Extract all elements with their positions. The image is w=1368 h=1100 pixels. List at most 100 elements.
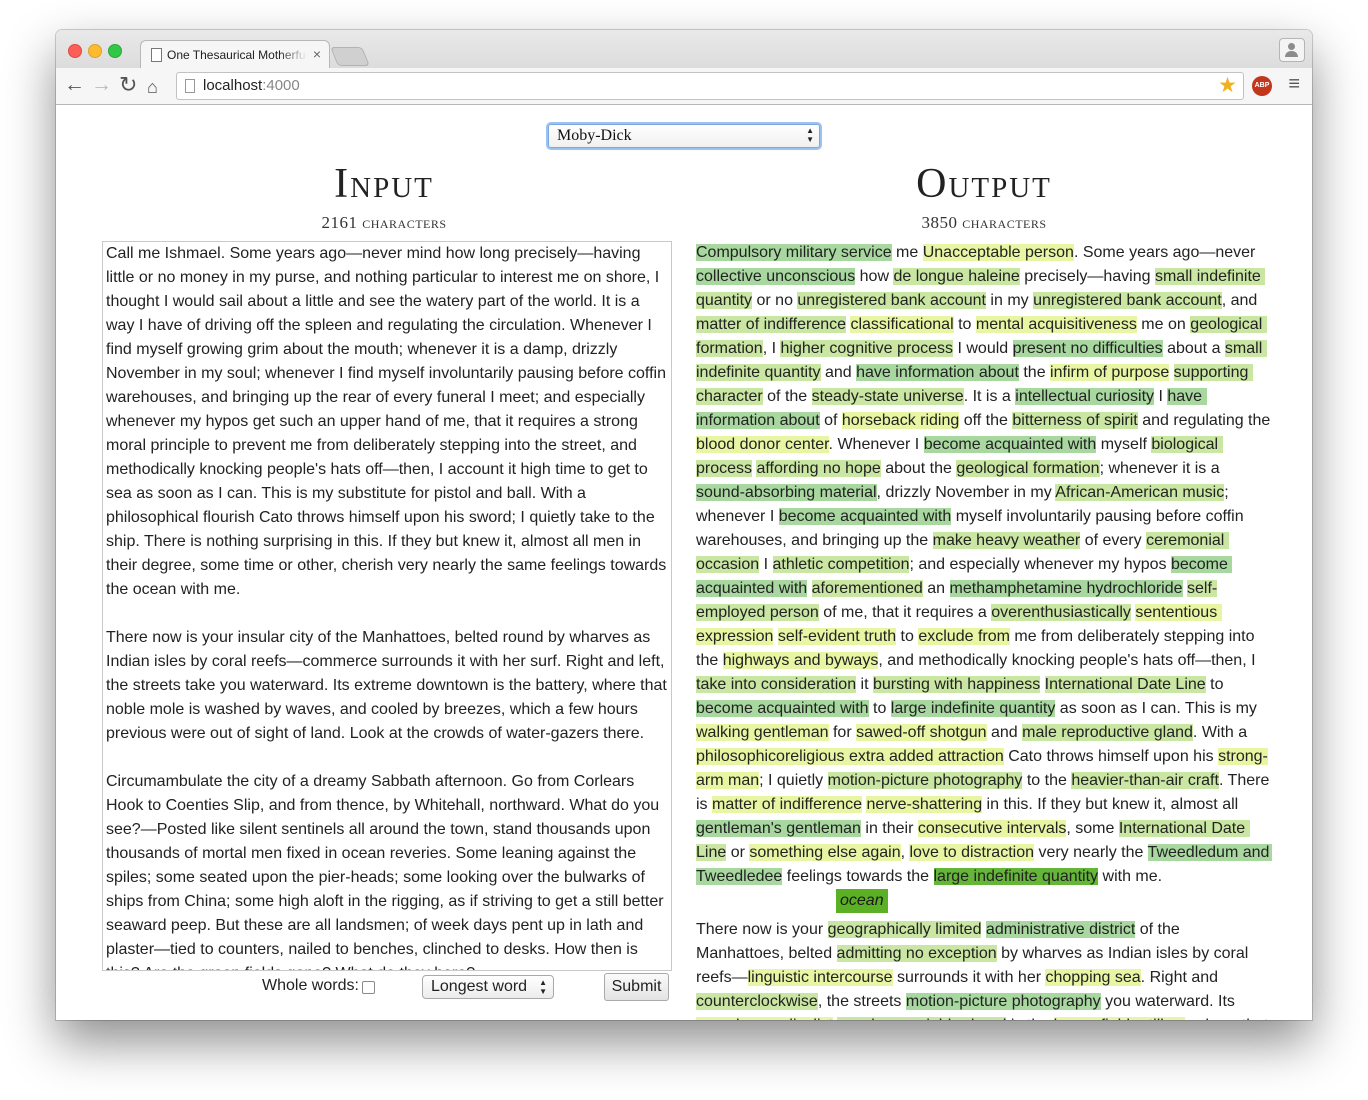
star-icon[interactable]: ★ [1218,73,1237,98]
replaced-phrase[interactable]: become acquainted with [923,436,1097,453]
replaced-phrase[interactable]: make heavy weather [932,532,1081,549]
replaced-phrase[interactable]: intellectual curiosity [1015,388,1155,405]
replaced-phrase[interactable]: de longue haleine [893,268,1020,285]
submit-button[interactable]: Submit [604,973,669,1001]
minimize-window-button[interactable] [88,44,102,58]
input-title: Input [334,161,434,207]
replaced-phrase[interactable]: motion-picture photography [827,772,1023,789]
replaced-phrase[interactable]: matter of indifference [712,796,863,813]
replaced-phrase[interactable]: Unacceptable person [922,244,1074,261]
replaced-phrase[interactable]: aforementioned [811,580,923,597]
output-text: myself [1096,436,1152,453]
replaced-phrase[interactable]: counterclockwise [696,993,818,1010]
replaced-phrase[interactable]: athletic competition [772,556,910,573]
address-bar[interactable]: localhost:4000 ★ [176,72,1244,100]
replaced-phrase[interactable]: walking gentleman [696,724,829,741]
abp-icon[interactable]: ABP [1252,76,1272,96]
new-tab-button[interactable] [330,47,370,66]
replaced-phrase[interactable]: exclude from [918,628,1010,645]
whole-words-checkbox[interactable] [362,981,375,994]
replaced-phrase[interactable]: become acquainted with [696,700,869,717]
replaced-phrase[interactable]: have information about [856,364,1019,381]
mode-select[interactable]: Longest word ▲ ▼ [422,975,554,999]
output-text: how [855,268,894,285]
profile-icon[interactable] [1279,38,1305,62]
replaced-phrase[interactable]: methamphetamine hydrochloride [949,580,1183,597]
home-icon[interactable]: ⌂ [147,75,158,99]
replaced-phrase[interactable]: mental acquisitiveness [975,316,1137,333]
replaced-phrase[interactable]: something else again [749,844,901,861]
replaced-phrase[interactable]: unregistered bank account [1033,292,1222,309]
replaced-phrase[interactable]: bursting with happiness [873,676,1041,693]
arrow-left-icon[interactable]: ← [64,73,85,97]
browser-tab[interactable]: One Thesaurical Motherfucker × [140,40,330,69]
replaced-phrase[interactable]: geographically limited [827,921,982,938]
mode-select-value: Longest word [431,978,528,995]
hamburger-menu-icon[interactable]: ≡ [1288,73,1300,96]
replaced-phrase[interactable]: collective unconscious [696,268,856,285]
replaced-phrase[interactable]: run-down neighborhood [837,1017,1007,1020]
select-arrows-icon: ▲ ▼ [539,978,547,996]
output-text: is the [1006,1017,1053,1020]
output-text: to [868,700,891,717]
replaced-phrase[interactable]: large indefinite quantity [890,700,1056,717]
document-select[interactable]: Moby-Dick ▲ ▼ [548,124,820,148]
replaced-phrase[interactable]: affording no hope [756,460,881,477]
replaced-phrase[interactable]: love to distraction [909,844,1034,861]
replaced-phrase[interactable]: infirm of purpose [1050,364,1170,381]
replaced-phrase[interactable]: gentleman's gentleman [696,820,861,837]
replaced-phrase[interactable]: admitting no exception [836,945,997,962]
replaced-phrase[interactable]: heavy field artillery [1053,1017,1185,1020]
replaced-phrase[interactable]: philosophicoreligious extra added attrac… [696,748,1004,765]
output-text: very nearly the [1034,844,1148,861]
replaced-phrase[interactable]: administrative district [985,921,1136,938]
output-text: with me. [1098,868,1163,885]
replaced-phrase[interactable]: sawed-off shotgun [856,724,987,741]
output-text: of every [1080,532,1147,549]
replaced-phrase[interactable]: sound-absorbing material [696,484,877,501]
replaced-phrase[interactable]: International Date Line [1044,676,1206,693]
replaced-phrase[interactable]: highways and byways [722,652,879,669]
input-textarea[interactable]: Call me Ishmael. Some years ago—never mi… [102,241,672,971]
replaced-phrase[interactable]: unregistered bank account [797,292,986,309]
replaced-phrase[interactable]: male reproductive gland [1022,724,1193,741]
replaced-phrase[interactable]: take into consideration [696,676,857,693]
replaced-phrase[interactable]: chopping sea [1045,969,1141,986]
output-text: in this. If they but knew it, almost all [982,796,1243,813]
replaced-phrase[interactable]: African-American music [1055,484,1225,501]
replaced-phrase[interactable]: blood donor center [696,436,829,453]
replaced-phrase[interactable]: consecutive intervals [917,820,1067,837]
replaced-phrase[interactable]: anarcho-syndicalist [696,1017,833,1020]
replaced-phrase[interactable]: Compulsory military service [696,244,892,261]
output-text: to [896,628,919,645]
arrow-right-icon[interactable]: → [91,73,112,97]
tab-close-icon[interactable]: × [313,46,321,62]
output-text: or [726,844,750,861]
replaced-phrase[interactable]: horseback riding [841,412,960,429]
replaced-phrase[interactable]: heavier-than-air craft [1071,772,1219,789]
replaced-phrase[interactable]: become acquainted with [778,508,952,525]
replaced-phrase[interactable]: linguistic intercourse [747,969,893,986]
replaced-phrase[interactable]: steady-state universe [811,388,964,405]
close-window-button[interactable] [68,44,82,58]
replaced-phrase[interactable]: classificational [850,316,954,333]
output-text: it [856,676,873,693]
output-text: . Some years ago—never [1073,244,1260,261]
replaced-phrase[interactable]: higher cognitive process [780,340,954,357]
controls-bar: Whole words: Longest word ▲ ▼ Submit [102,973,670,1003]
output-text: and [986,724,1023,741]
replaced-phrase[interactable]: self-evident truth [777,628,897,645]
output-text: I [759,556,773,573]
replaced-phrase[interactable]: present no difficulties [1012,340,1163,357]
replaced-phrase[interactable]: nerve-shattering [866,796,983,813]
replaced-phrase[interactable]: geological formation [956,460,1100,477]
output-text: to the [1022,772,1072,789]
replaced-phrase[interactable]: bitterness of spirit [1012,412,1138,429]
url-text[interactable]: localhost:4000 [203,77,300,94]
replaced-phrase[interactable]: matter of indifference [696,316,847,333]
replaced-phrase[interactable]: motion-picture photography [905,993,1101,1010]
maximize-window-button[interactable] [108,44,122,58]
replaced-phrase[interactable]: overenthusiastically [991,604,1131,621]
replaced-phrase[interactable]: large indefinite quantity [933,868,1099,885]
reload-icon[interactable]: ↻ [119,73,137,97]
